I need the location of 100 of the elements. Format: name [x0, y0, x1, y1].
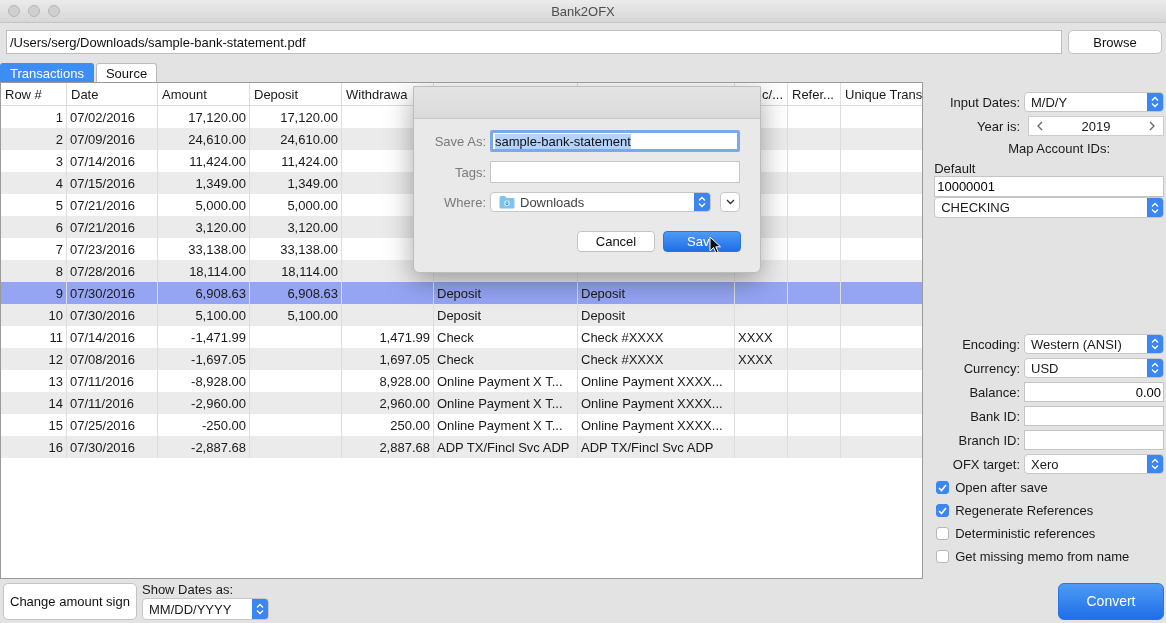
field-label: Save As:	[433, 133, 486, 149]
section-label: Map Account IDs:	[1007, 141, 1112, 156]
table-cell: 07/11/2016	[70, 373, 135, 389]
field-label: Default	[934, 161, 977, 176]
table-cell: 17,120.00	[280, 109, 338, 125]
table-cell: 07/08/2016	[70, 351, 136, 367]
checkbox-label: Deterministic references	[955, 526, 1096, 541]
table-cell: 6	[55, 219, 63, 235]
table-cell: 3,120.00	[195, 219, 246, 235]
table-cell: 07/23/2016	[70, 241, 136, 257]
table-cell: Online Payment XXXX...	[581, 417, 723, 433]
table-cell: 8	[55, 263, 63, 279]
table-cell: 7	[55, 241, 63, 257]
table-cell: Deposit	[437, 307, 482, 323]
table-cell: 14	[48, 395, 63, 411]
table-cell: 5	[55, 197, 63, 213]
field-label: Encoding:	[961, 336, 1020, 352]
table-cell: 3,120.00	[287, 219, 338, 235]
table-cell: 9	[55, 285, 63, 301]
table-cell: 11,424.00	[281, 153, 338, 169]
table-cell: 07/30/2016	[70, 439, 136, 455]
table-cell: -1,697.05	[191, 351, 246, 367]
table-cell: 8,928.00	[379, 373, 430, 389]
table-cell: 10	[48, 307, 63, 323]
table-cell: -1,471.99	[191, 329, 246, 345]
field-label: Input Dates:	[948, 94, 1020, 110]
table-cell: 1,471.99	[379, 329, 430, 345]
table-cell: 1,697.05	[379, 351, 430, 367]
table-cell: Deposit	[437, 285, 482, 301]
table-cell: 07/30/2016	[70, 285, 136, 301]
table-cell: 17,120.00	[188, 109, 246, 125]
checkbox-label: Regenerate References	[955, 503, 1094, 518]
field-label: Where:	[443, 194, 486, 210]
table-cell: 1,349.00	[287, 175, 338, 191]
table-cell: 2	[55, 131, 63, 147]
table-cell: 07/14/2016	[70, 153, 136, 169]
field-label: Tags:	[453, 164, 486, 180]
table-cell: 15	[48, 417, 63, 433]
field-label: Currency:	[962, 360, 1020, 376]
table-cell: 12	[48, 351, 63, 367]
table-cell: 07/11/2016	[70, 395, 135, 411]
table-cell: 24,610.00	[188, 131, 246, 147]
field-label: Show Dates as:	[142, 582, 235, 597]
table-cell: 4	[55, 175, 63, 191]
table-cell: 07/21/2016	[70, 197, 136, 213]
table-cell: 3	[55, 153, 63, 169]
table-cell: Deposit	[581, 285, 626, 301]
window-title: Bank2OFX	[551, 3, 615, 19]
checkbox-label: Open after save	[955, 480, 1048, 495]
table-cell: Online Payment XXXX...	[581, 373, 723, 389]
table-cell: 07/02/2016	[70, 109, 136, 125]
table-cell: Deposit	[581, 307, 626, 323]
table-cell: 07/09/2016	[70, 131, 136, 147]
table-cell: XXXX	[738, 329, 773, 345]
field-label: Branch ID:	[957, 432, 1020, 448]
table-cell: 1	[55, 109, 63, 125]
table-cell: 18,114.00	[189, 263, 246, 279]
table-cell: 2,960.00	[379, 395, 430, 411]
table-cell: -2,887.68	[191, 439, 246, 455]
field-label: Balance:	[968, 384, 1020, 400]
table-cell: 07/15/2016	[70, 175, 136, 191]
field-label: OFX target:	[951, 456, 1020, 472]
table-cell: -250.00	[201, 417, 246, 433]
table-cell: 6,908.63	[195, 285, 246, 301]
table-cell: XXXX	[738, 351, 773, 367]
table-cell: 1,349.00	[195, 175, 246, 191]
field-label: Year is:	[976, 118, 1020, 134]
table-cell: Online Payment X T...	[437, 417, 563, 433]
table-cell: 33,138.00	[280, 241, 338, 257]
table-cell: Check	[437, 351, 474, 367]
checkbox-label: Get missing memo from name	[955, 549, 1130, 564]
table-cell: Check #XXXX	[581, 351, 664, 367]
table-cell: Online Payment X T...	[437, 373, 563, 389]
table-cell: 5,100.00	[287, 307, 338, 323]
table-cell: ADP TX/Fincl Svc ADP	[581, 439, 714, 455]
table-cell: 07/21/2016	[70, 219, 136, 235]
table-cell: -8,928.00	[191, 373, 246, 389]
table-cell: 33,138.00	[188, 241, 246, 257]
table-cell: 5,000.00	[287, 197, 338, 213]
table-cell: 6,908.63	[287, 285, 338, 301]
table-cell: 250.00	[390, 417, 430, 433]
table-cell: 07/30/2016	[70, 307, 136, 323]
table-cell: 11	[49, 329, 63, 345]
table-cell: Online Payment X T...	[437, 395, 563, 411]
table-cell: 24,610.00	[280, 131, 338, 147]
table-cell: 07/25/2016	[70, 417, 136, 433]
table-cell: 07/14/2016	[70, 329, 136, 345]
table-cell: 18,114.00	[281, 263, 338, 279]
table-cell: -2,960.00	[191, 395, 246, 411]
table-cell: Check #XXXX	[581, 329, 664, 345]
table-cell: 16	[48, 439, 63, 455]
table-cell: Online Payment XXXX...	[581, 395, 723, 411]
table-cell: 11,424.00	[189, 153, 246, 169]
table-cell: 07/28/2016	[70, 263, 136, 279]
field-label: Bank ID:	[969, 408, 1020, 424]
table-cell: Check	[437, 329, 474, 345]
table-cell: 2,887.68	[379, 439, 430, 455]
table-cell: 13	[48, 373, 63, 389]
table-cell: ADP TX/Fincl Svc ADP	[437, 439, 570, 455]
table-cell: 5,000.00	[195, 197, 246, 213]
